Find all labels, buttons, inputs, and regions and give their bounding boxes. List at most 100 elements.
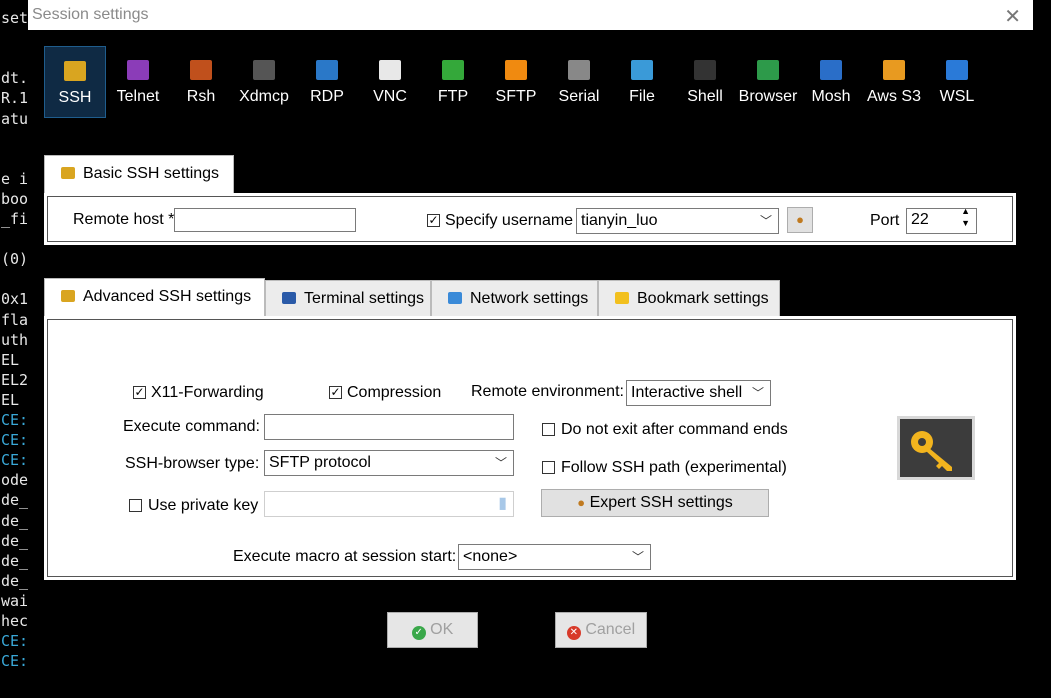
terminal-line: _fi [1,210,29,228]
cancel-button[interactable]: ✕ Cancel [555,612,647,648]
protocol-button-wsl[interactable]: WSL [926,46,988,118]
ok-button[interactable]: ✓ OK [387,612,478,648]
wrench-icon [61,167,75,179]
compression-checkbox[interactable]: ✓ [329,386,342,399]
port-value: 22 [911,211,929,228]
tab-network-settings[interactable]: Network settings [431,280,598,318]
x11-forwarding-label: X11-Forwarding [151,384,264,401]
shell-icon [694,60,716,80]
advanced-settings-panel: ✓ X11-Forwarding ✓ Compression Remote en… [44,316,1016,580]
protocol-button-rdp[interactable]: RDP [296,46,358,118]
protocol-button-ftp[interactable]: FTP [422,46,484,118]
tab-advanced-ssh-settings[interactable]: Advanced SSH settings [44,278,265,318]
telnet-icon [127,60,149,80]
xdmcp-icon [253,60,275,80]
terminal-line: boo [1,189,29,208]
terminal-line: fla [1,310,29,329]
remote-host-input[interactable] [174,208,356,232]
protocol-button-telnet[interactable]: Telnet [107,46,169,118]
terminal-line: R.1 [1,89,29,108]
cancel-label: Cancel [585,621,636,638]
tab-label: Network settings [470,290,589,307]
port-spinbox[interactable]: 22 ▲ ▼ [906,208,977,234]
specify-username-label: Specify username [445,212,574,229]
tab-label: Bookmark settings [637,290,769,307]
terminal-icon [282,292,296,304]
rsh-icon [190,60,212,80]
ssh-browser-type-select[interactable]: SFTP protocol ﹀ [264,450,514,476]
protocol-button-vnc[interactable]: VNC [359,46,421,118]
tab-terminal-settings[interactable]: Terminal settings [265,280,431,318]
close-icon[interactable]: ✕ [1004,4,1021,29]
session-settings-dialog: Session settings ✕ SSH Telnet Rsh Xdmcp RDP V… [28,0,1033,682]
user-settings-icon: ● [577,495,586,510]
do-not-exit-checkbox[interactable] [542,423,555,436]
remote-host-label: Remote host * [73,211,175,228]
network-icon [448,292,462,304]
terminal-line: EL2 [1,370,29,389]
tab-bookmark-settings[interactable]: Bookmark settings [598,280,780,318]
spin-arrows-icon[interactable]: ▲ ▼ [961,209,970,229]
user-manager-button[interactable]: ● [787,207,813,233]
follow-ssh-path-checkbox[interactable] [542,461,555,474]
follow-ssh-path-label: Follow SSH path (experimental) [561,459,787,476]
chevron-down-icon: ﹀ [631,550,644,564]
protocol-button-ssh[interactable]: SSH [44,46,106,118]
expert-ssh-settings-label: Expert SSH settings [589,494,733,511]
tab-label: Advanced SSH settings [83,288,252,305]
file-icon[interactable]: ▮ [498,493,507,515]
remote-environment-value: Interactive shell [631,384,743,401]
terminal-line: EL [1,390,20,409]
do-not-exit-label: Do not exit after command ends [561,421,788,438]
protocol-button-aws-s3[interactable]: Aws S3 [863,46,925,118]
mosh-icon [820,60,842,80]
protocol-button-shell[interactable]: Shell [674,46,736,118]
tab-label: Terminal settings [304,290,425,307]
expert-ssh-settings-button[interactable]: ● Expert SSH settings [541,489,769,517]
file-icon [631,60,653,80]
protocol-button-rsh[interactable]: Rsh [170,46,232,118]
private-key-input[interactable]: ▮ [264,491,514,517]
chevron-down-icon: ﹀ [751,386,764,400]
tab-label: Basic SSH settings [83,165,220,182]
protocol-button-sftp[interactable]: SFTP [485,46,547,118]
protocol-button-serial[interactable]: Serial [548,46,610,118]
tab-basic-ssh-settings[interactable]: Basic SSH settings [44,155,234,195]
execute-command-input[interactable] [264,414,514,440]
protocol-button-mosh[interactable]: Mosh [800,46,862,118]
title-bar: Session settings ✕ [28,0,1033,30]
ssh-browser-type-value: SFTP protocol [269,454,371,471]
specify-username-checkbox[interactable]: ✓ [427,214,440,227]
username-value: tianyin_luo [581,212,658,229]
ssh-icon [64,61,86,81]
star-icon [615,292,629,304]
execute-macro-value: <none> [463,548,518,565]
chevron-down-icon: ﹀ [494,456,507,470]
execute-macro-select[interactable]: <none> ﹀ [458,544,651,570]
browser-icon [757,60,779,80]
protocol-button-browser[interactable]: Browser [737,46,799,118]
ssh-browser-type-label: SSH-browser type: [125,455,260,472]
use-private-key-label: Use private key [148,497,259,514]
compression-label: Compression [347,384,442,401]
use-private-key-checkbox[interactable] [129,499,142,512]
basic-settings-panel: Remote host * ✓ Specify username tianyin… [44,193,1016,245]
cancel-icon: ✕ [566,626,581,640]
terminal-line: uth [1,330,29,349]
execute-macro-label: Execute macro at session start: [233,548,457,565]
x11-forwarding-checkbox[interactable]: ✓ [133,386,146,399]
remote-environment-select[interactable]: Interactive shell ﹀ [626,380,771,406]
port-label: Port [870,212,900,229]
ftp-icon [442,60,464,80]
protocol-button-xdmcp[interactable]: Xdmcp [233,46,295,118]
protocol-label: WSL [939,88,975,105]
user-icon: ● [796,212,804,227]
execute-command-label: Execute command: [123,418,260,435]
terminal-line: CE: [1,411,29,429]
terminal-line: e i [1,169,29,188]
window-title: Session settings [32,6,149,23]
protocol-button-file[interactable]: File [611,46,673,118]
username-combobox[interactable]: tianyin_luo ﹀ [576,208,779,234]
terminal-line: CE: [1,431,29,450]
terminal-line: de_ [1,551,29,570]
